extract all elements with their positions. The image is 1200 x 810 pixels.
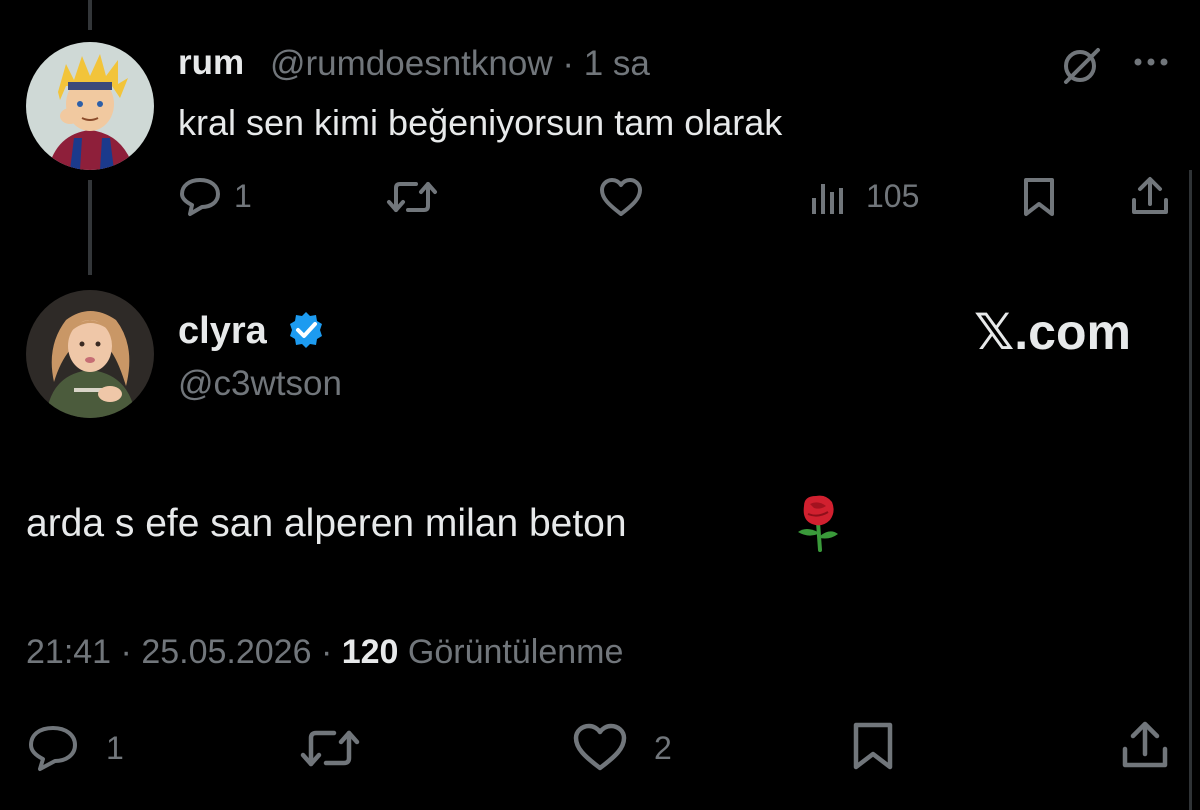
main-author-name[interactable]: clyra: [178, 308, 267, 354]
bookmark-icon: [853, 722, 893, 770]
thread-line: [88, 180, 92, 275]
rose-emoji: [790, 492, 846, 552]
views-icon: [812, 184, 843, 214]
like-icon: [600, 178, 642, 216]
share-button[interactable]: [1118, 718, 1172, 772]
reply-count: 1: [234, 178, 252, 214]
share-icon: [1122, 721, 1168, 768]
main-tweet-text: arda s efe san alperen milan beton: [26, 502, 627, 545]
more-icon[interactable]: [1130, 52, 1172, 72]
meta-separator: ·: [320, 633, 333, 671]
reply-author-handle[interactable]: @rumdoesntknow: [270, 44, 553, 83]
retweet-icon: [387, 182, 437, 212]
retweet-button[interactable]: [300, 724, 360, 772]
tweet-meta: 21:41 · 25.05.2026 · 120 Görüntülenme: [26, 630, 623, 674]
reply-author-meta[interactable]: @rumdoesntknow · 1 sa: [270, 42, 650, 86]
like-count: 2: [654, 730, 672, 766]
reply-author-name[interactable]: rum: [178, 41, 244, 85]
reply-count: 1: [106, 730, 124, 766]
views-button[interactable]: [808, 178, 850, 218]
share-icon: [1132, 177, 1168, 214]
views-count[interactable]: 120: [342, 633, 399, 671]
tweet-date[interactable]: 25.05.2026: [141, 633, 311, 671]
verified-badge-icon: [286, 310, 326, 350]
views-count: 105: [866, 178, 920, 214]
reply-button[interactable]: [178, 174, 224, 218]
like-button[interactable]: [572, 722, 628, 772]
reply-icon: [180, 178, 220, 216]
like-button[interactable]: [598, 176, 644, 218]
like-icon: [573, 723, 627, 771]
scroll-edge: [1189, 170, 1192, 810]
x-com-watermark: 𝕏.com: [974, 304, 1131, 360]
meta-separator: ·: [120, 633, 132, 671]
grok-icon[interactable]: [1060, 44, 1102, 86]
reply-button[interactable]: [26, 722, 82, 774]
meta-separator: ·: [562, 44, 574, 83]
tweet-time[interactable]: 21:41: [26, 633, 111, 671]
thread-line: [88, 0, 92, 30]
retweet-icon: [300, 730, 360, 767]
reply-time[interactable]: 1 sa: [584, 44, 650, 83]
main-author-avatar[interactable]: [26, 290, 154, 418]
reply-icon: [29, 726, 77, 771]
bookmark-button[interactable]: [1020, 176, 1058, 218]
reply-text: kral sen kimi beğeniyorsun tam olarak: [178, 102, 783, 143]
main-author-handle[interactable]: @c3wtson: [178, 362, 342, 406]
reply-author-avatar[interactable]: [26, 42, 154, 170]
bookmark-icon: [1024, 178, 1054, 216]
views-label: Görüntülenme: [407, 633, 624, 671]
bookmark-button[interactable]: [850, 720, 896, 772]
retweet-button[interactable]: [386, 176, 438, 218]
share-button[interactable]: [1128, 174, 1172, 218]
